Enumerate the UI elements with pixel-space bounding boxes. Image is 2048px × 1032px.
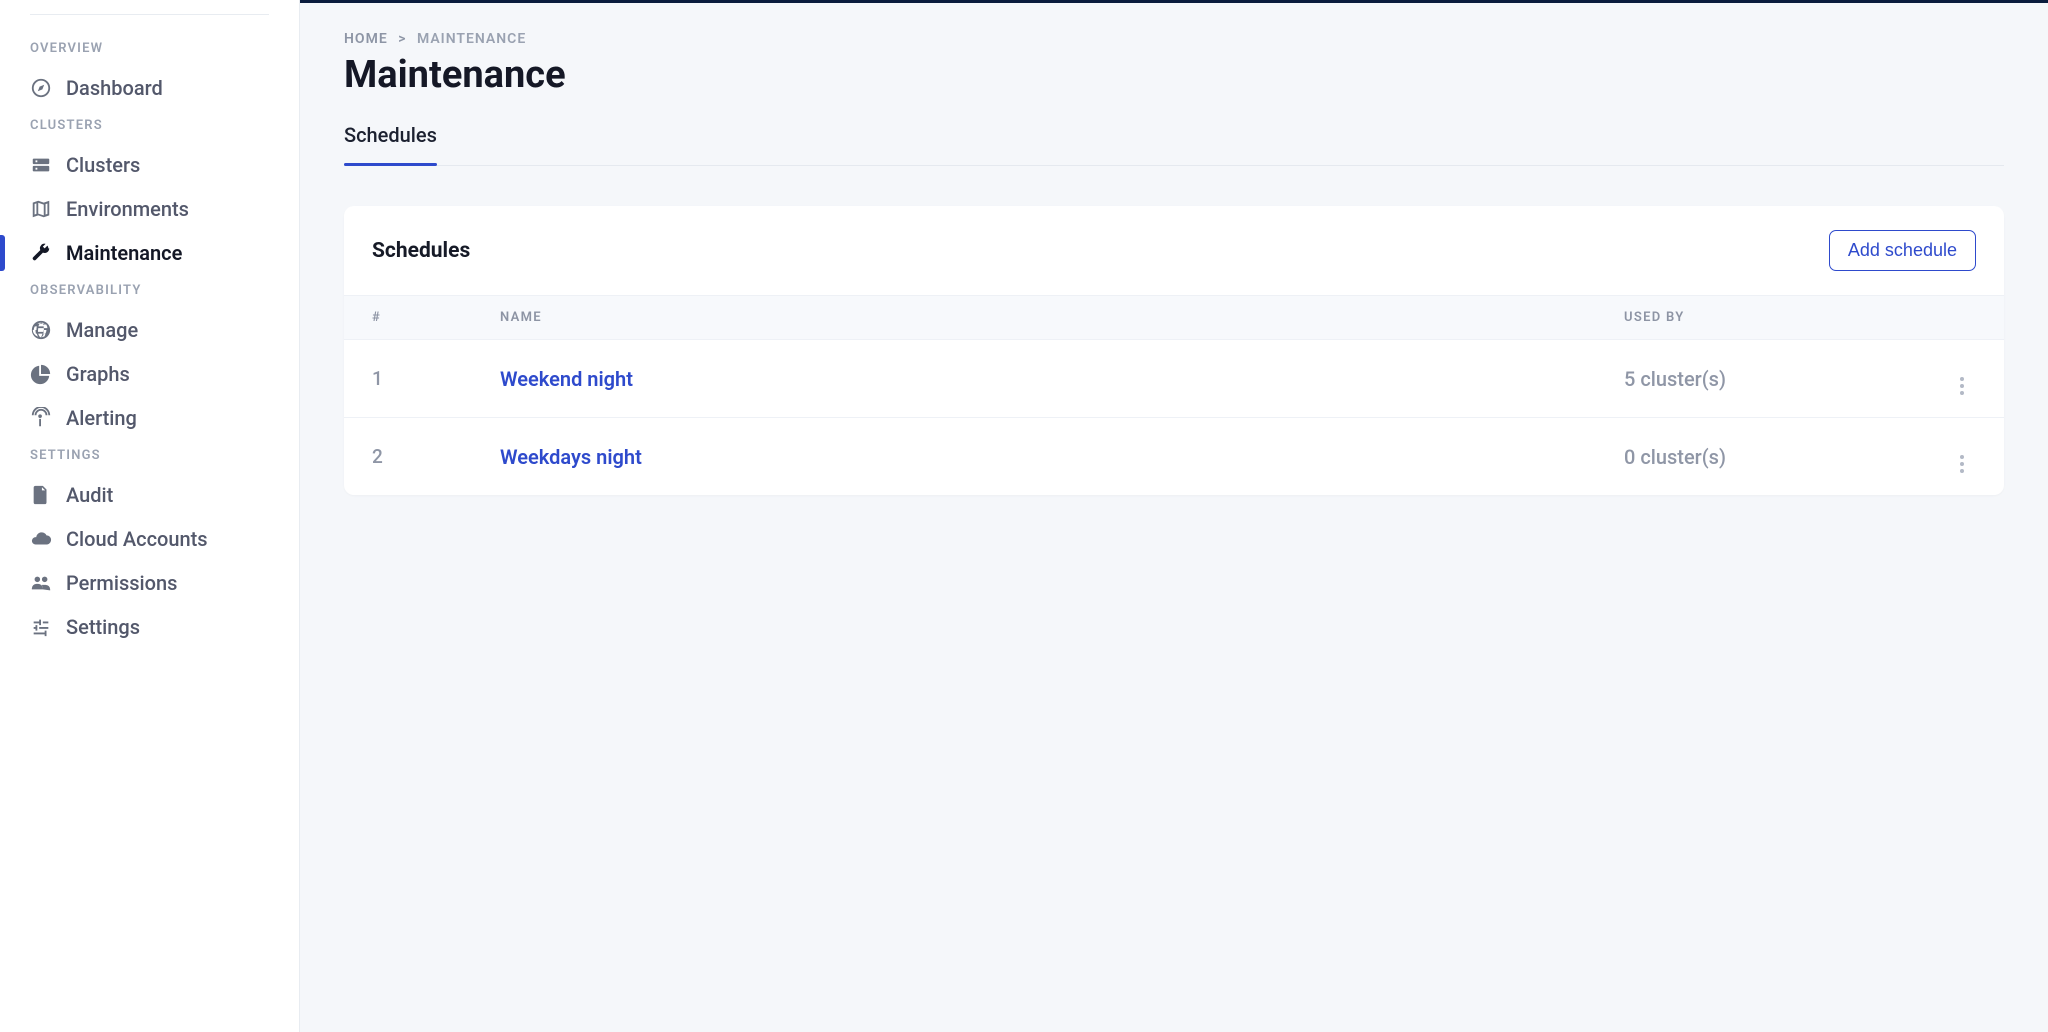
sidebar-item-label: Cloud Accounts <box>66 527 208 551</box>
schedules-card: Schedules Add schedule # NAME USED BY 1W… <box>344 206 2004 495</box>
row-actions-menu[interactable] <box>1924 440 1964 473</box>
row-used-by: 5 cluster(s) <box>1624 367 1924 391</box>
users-icon <box>30 572 52 594</box>
file-icon <box>30 484 52 506</box>
sidebar-top-divider <box>30 14 269 15</box>
table-header: # NAME USED BY <box>344 295 2004 340</box>
page-title: Maintenance <box>344 53 2004 97</box>
col-header-actions <box>1924 310 1964 325</box>
sidebar-item-audit[interactable]: Audit <box>0 473 299 517</box>
sidebar-item-settings[interactable]: Settings <box>0 605 299 649</box>
row-name-link[interactable]: Weekend night <box>500 367 1624 391</box>
card-header: Schedules Add schedule <box>344 206 2004 295</box>
compass-icon <box>30 77 52 99</box>
sidebar-item-maintenance[interactable]: Maintenance <box>0 231 299 275</box>
sidebar-item-permissions[interactable]: Permissions <box>0 561 299 605</box>
breadcrumb-home[interactable]: HOME <box>344 31 388 47</box>
breadcrumb-separator: > <box>398 31 406 47</box>
breadcrumb-current: MAINTENANCE <box>417 31 526 47</box>
sidebar-item-manage[interactable]: Manage <box>0 308 299 352</box>
broadcast-icon <box>30 407 52 429</box>
sidebar-item-alerting[interactable]: Alerting <box>0 396 299 440</box>
row-actions-menu[interactable] <box>1924 362 1964 395</box>
sidebar-section-label: OBSERVABILITY <box>0 275 299 308</box>
sidebar-item-environments[interactable]: Environments <box>0 187 299 231</box>
sidebar-item-label: Environments <box>66 197 189 221</box>
card-title: Schedules <box>372 239 470 263</box>
row-used-by: 0 cluster(s) <box>1624 445 1924 469</box>
sidebar-item-label: Maintenance <box>66 241 182 265</box>
add-schedule-button[interactable]: Add schedule <box>1829 230 1976 271</box>
tab-schedules[interactable]: Schedules <box>344 123 437 165</box>
sidebar-item-label: Manage <box>66 318 138 342</box>
sidebar-item-label: Settings <box>66 615 140 639</box>
sidebar-item-label: Clusters <box>66 153 140 177</box>
server-icon <box>30 154 52 176</box>
col-header-index: # <box>372 310 500 325</box>
sidebar-item-label: Permissions <box>66 571 177 595</box>
sidebar-item-dashboard[interactable]: Dashboard <box>0 66 299 110</box>
cloud-icon <box>30 528 52 550</box>
sidebar: OVERVIEW Dashboard CLUSTERS Clusters Environ… <box>0 0 300 1032</box>
sliders-icon <box>30 616 52 638</box>
sidebar-item-label: Graphs <box>66 362 130 386</box>
table-row: 2Weekdays night0 cluster(s) <box>344 418 2004 495</box>
breadcrumb: HOME > MAINTENANCE <box>344 31 2004 47</box>
more-vertical-icon <box>1960 377 1964 395</box>
sidebar-item-label: Audit <box>66 483 113 507</box>
map-icon <box>30 198 52 220</box>
globe-icon <box>30 319 52 341</box>
row-index: 1 <box>372 367 500 390</box>
row-name-link[interactable]: Weekdays night <box>500 445 1624 469</box>
more-vertical-icon <box>1960 455 1964 473</box>
sidebar-item-cloud-accounts[interactable]: Cloud Accounts <box>0 517 299 561</box>
sidebar-section-label: CLUSTERS <box>0 110 299 143</box>
main-content: HOME > MAINTENANCE Maintenance Schedules… <box>300 3 2048 1032</box>
table-row: 1Weekend night5 cluster(s) <box>344 340 2004 418</box>
sidebar-section-label: OVERVIEW <box>0 33 299 66</box>
row-index: 2 <box>372 445 500 468</box>
pie-icon <box>30 363 52 385</box>
col-header-name: NAME <box>500 310 1624 325</box>
sidebar-item-label: Alerting <box>66 406 137 430</box>
sidebar-item-graphs[interactable]: Graphs <box>0 352 299 396</box>
col-header-used-by: USED BY <box>1624 310 1924 325</box>
tabs: Schedules <box>344 123 2004 166</box>
sidebar-item-clusters[interactable]: Clusters <box>0 143 299 187</box>
wrench-icon <box>30 242 52 264</box>
sidebar-item-label: Dashboard <box>66 76 163 100</box>
sidebar-section-label: SETTINGS <box>0 440 299 473</box>
